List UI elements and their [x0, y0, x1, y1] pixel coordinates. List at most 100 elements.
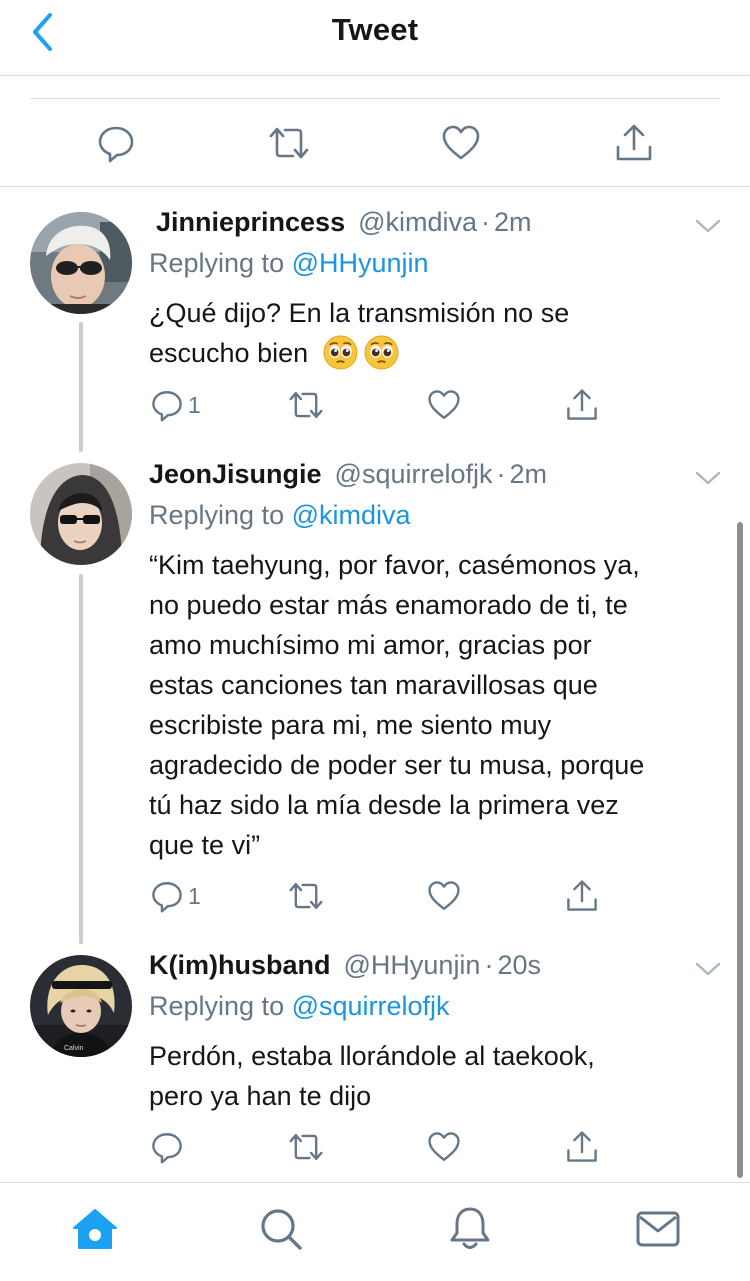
tweet-action-bar: [0, 1127, 750, 1167]
avatar[interactable]: [30, 463, 132, 565]
reply-button[interactable]: [150, 1127, 184, 1167]
reply-button[interactable]: 1: [150, 385, 201, 425]
tweet-text-line: pero ya han te dijo: [149, 1081, 372, 1111]
display-name[interactable]: K(im)husband: [149, 950, 331, 981]
tweet-header: K(im)husband @HHyunjin · 20s: [149, 950, 541, 986]
separator-dot: ·: [484, 950, 494, 980]
tweet-text-fragment: escucho bien: [149, 338, 309, 368]
share-button[interactable]: [565, 1127, 599, 1167]
main-tweet-action-bar: [0, 99, 750, 187]
main-like-button[interactable]: [439, 121, 483, 165]
tweet-action-bar: 1: [0, 385, 750, 425]
search-icon: [261, 1209, 302, 1250]
tab-search[interactable]: [253, 1201, 309, 1257]
tweet-header: JeonJisungie @squirrelofjk · 2m: [149, 459, 547, 495]
tweet-text-line: escucho bien: [149, 333, 729, 373]
svg-text:Calvin: Calvin: [64, 1045, 84, 1052]
replying-to: Replying to @squirrelofjk: [149, 991, 450, 1022]
display-name[interactable]: JeonJisungie: [149, 459, 322, 490]
pleading-face-emoji: [364, 335, 399, 370]
tab-messages[interactable]: [630, 1201, 686, 1257]
messages-icon: [636, 1211, 680, 1247]
retweet-icon: [289, 882, 323, 910]
user-handle[interactable]: @kimdiva: [358, 207, 477, 238]
reply-icon: [152, 391, 182, 422]
tweet-text-line: Perdón, estaba llorándole al taekook,: [149, 1041, 595, 1071]
main-reply-button[interactable]: [94, 121, 138, 165]
replying-to-label: Replying to: [149, 248, 292, 278]
tweet-text-line: agradecido de poder ser tu musa, porque: [149, 750, 645, 780]
top-nav-bar: Tweet: [0, 0, 750, 76]
like-icon: [428, 881, 460, 910]
like-button[interactable]: [427, 385, 461, 425]
share-icon: [567, 880, 597, 911]
avatar[interactable]: [30, 212, 132, 314]
share-button[interactable]: [565, 876, 599, 916]
tweet-text-line: que te vi”: [149, 830, 261, 860]
tweet-text-line: escribiste para mi, me siento muy: [149, 710, 552, 740]
share-icon: [616, 124, 652, 161]
separator-dot: ·: [496, 459, 506, 489]
share-icon: [567, 1131, 597, 1162]
like-button[interactable]: [427, 876, 461, 916]
tab-home[interactable]: [67, 1201, 123, 1257]
tweet-text-line: tú haz sido la mía desde la primera vez: [149, 790, 619, 820]
mention-link[interactable]: @kimdiva: [292, 500, 411, 530]
timestamp: 2m: [494, 207, 532, 237]
main-retweet-button[interactable]: [267, 121, 311, 165]
tweet-header: Jinnieprincess @kimdiva · 2m: [156, 207, 532, 243]
like-icon: [442, 125, 480, 160]
chevron-down-icon: [695, 219, 721, 233]
tweet-menu-button[interactable]: [692, 214, 724, 238]
retweet-icon: [269, 127, 309, 159]
tweet-text: “Kim taehyung, por favor, casémonos ya, …: [149, 545, 729, 865]
chevron-down-icon: [695, 962, 721, 976]
reply-icon: [152, 1133, 182, 1164]
user-handle[interactable]: @squirrelofjk: [335, 459, 493, 490]
retweet-button[interactable]: [287, 385, 325, 425]
tweet-action-bar: 1: [0, 876, 750, 916]
tweet-text: ¿Qué dijo? En la transmisión no se escuc…: [149, 293, 729, 373]
retweet-icon: [289, 1133, 323, 1161]
main-share-button[interactable]: [612, 121, 656, 165]
tweet-text-line: estas canciones tan maravillosas que: [149, 670, 598, 700]
home-icon: [73, 1209, 117, 1249]
retweet-button[interactable]: [287, 876, 325, 916]
tweet-text-line: ¿Qué dijo? En la transmisión no se: [149, 298, 570, 328]
mention-link[interactable]: @squirrelofjk: [292, 991, 450, 1021]
pleading-face-emoji: [323, 335, 358, 370]
like-icon: [428, 390, 460, 419]
share-button[interactable]: [565, 385, 599, 425]
timestamp: 20s: [497, 950, 541, 980]
like-icon: [428, 1132, 460, 1161]
reply-icon: [98, 126, 134, 163]
avatar[interactable]: Calvin: [30, 955, 132, 1057]
notifications-icon: [450, 1207, 490, 1249]
separator-dot: ·: [481, 207, 491, 237]
bottom-tab-bar: [0, 1182, 750, 1281]
reply-count: 1: [188, 391, 201, 418]
timestamp: 2m: [509, 459, 548, 489]
replying-to-label: Replying to: [149, 991, 292, 1021]
reply-button[interactable]: 1: [150, 876, 201, 916]
retweet-button[interactable]: [287, 1127, 325, 1167]
replying-to: Replying to @kimdiva: [149, 500, 411, 531]
tweet-menu-button[interactable]: [692, 466, 724, 490]
chevron-down-icon: [695, 471, 721, 485]
mention-link[interactable]: @HHyunjin: [292, 248, 429, 278]
tab-notifications[interactable]: [442, 1201, 498, 1257]
reply-count: 1: [188, 882, 201, 909]
tweet-text-line: amo muchísimo mi amor, gracias por: [149, 630, 592, 660]
like-button[interactable]: [427, 1127, 461, 1167]
tweet-text: Perdón, estaba llorándole al taekook, pe…: [149, 1036, 729, 1116]
scrollbar[interactable]: [737, 522, 743, 1178]
retweet-icon: [289, 391, 323, 419]
share-icon: [567, 389, 597, 420]
reply-icon: [152, 882, 182, 913]
tweet-menu-button[interactable]: [692, 957, 724, 981]
user-handle[interactable]: @HHyunjin: [344, 950, 481, 981]
page-title: Tweet: [331, 12, 419, 47]
display-name[interactable]: Jinnieprincess: [156, 207, 345, 238]
replying-to-label: Replying to: [149, 500, 292, 530]
tweet-text-line: no puedo estar más enamorado de ti, te: [149, 590, 628, 620]
